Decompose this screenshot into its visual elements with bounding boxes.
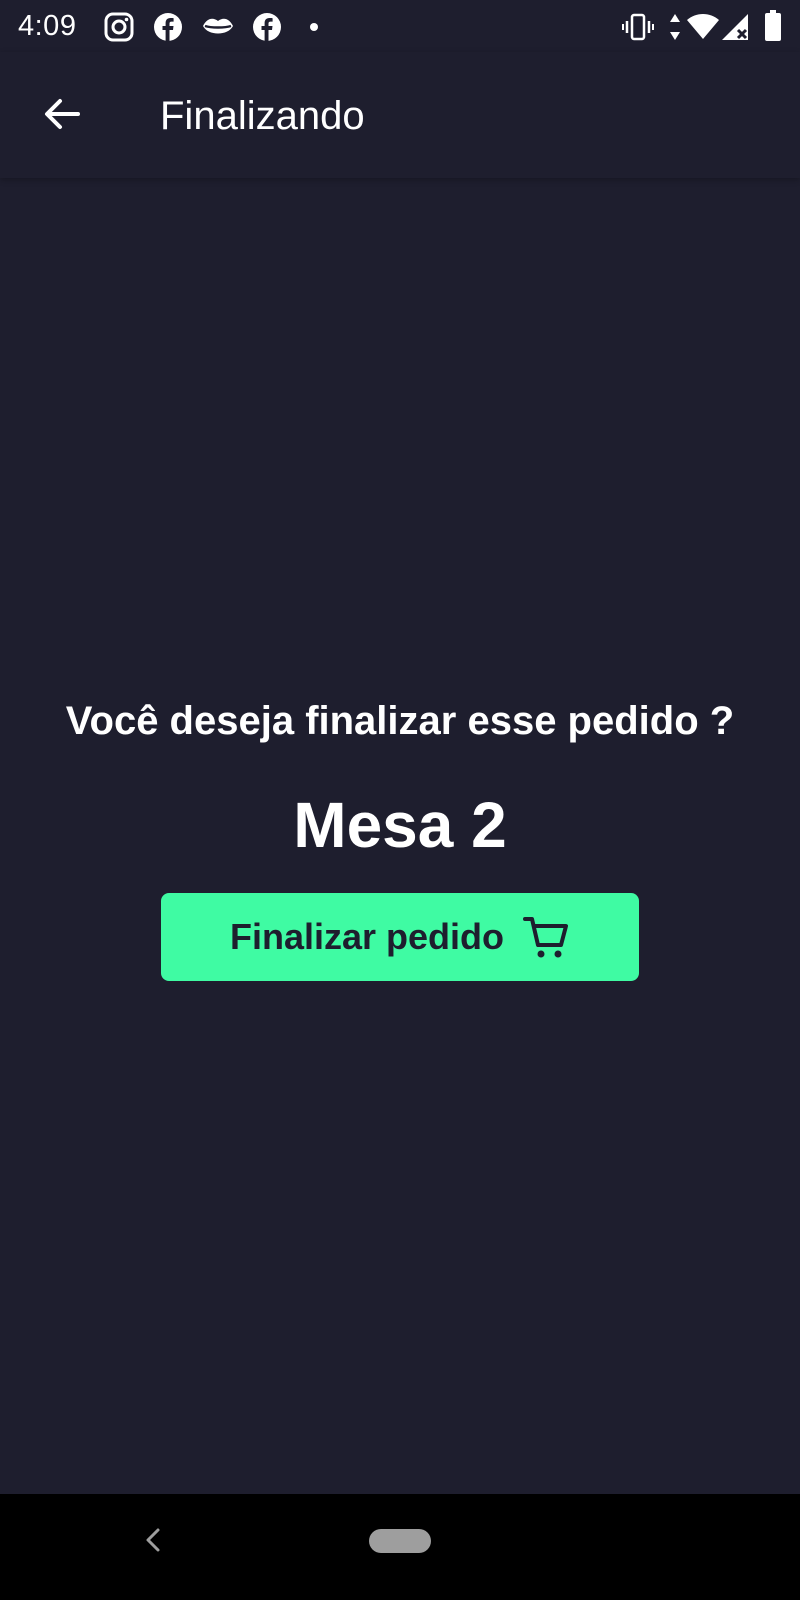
wifi-icon — [687, 14, 719, 39]
instagram-icon — [104, 12, 134, 42]
chevron-left-icon[interactable] — [138, 1524, 170, 1556]
system-nav-bar — [0, 1494, 800, 1600]
status-bar: 4:09 — [0, 0, 800, 52]
confirmation-question: Você deseja finalizar esse pedido ? — [65, 699, 735, 743]
lips-icon — [203, 18, 233, 34]
table-name: Mesa 2 — [293, 789, 507, 861]
facebook-icon — [154, 13, 182, 41]
back-button[interactable] — [30, 82, 94, 146]
signal-icon — [722, 14, 748, 40]
vibrate-icon — [622, 13, 654, 41]
finish-order-button[interactable]: Finalizar pedido — [161, 893, 639, 981]
finish-order-label: Finalizar pedido — [229, 916, 505, 957]
status-time: 4:09 — [18, 10, 77, 42]
cart-icon — [523, 917, 569, 958]
page-title: Finalizando — [160, 94, 365, 138]
battery-icon — [765, 10, 781, 41]
home-pill-icon[interactable] — [369, 1529, 431, 1553]
data-arrows-icon — [670, 14, 680, 40]
facebook-icon — [253, 13, 281, 41]
app-bar: Finalizando — [0, 52, 800, 178]
arrow-left-icon — [45, 99, 80, 129]
dot-icon — [310, 23, 318, 31]
